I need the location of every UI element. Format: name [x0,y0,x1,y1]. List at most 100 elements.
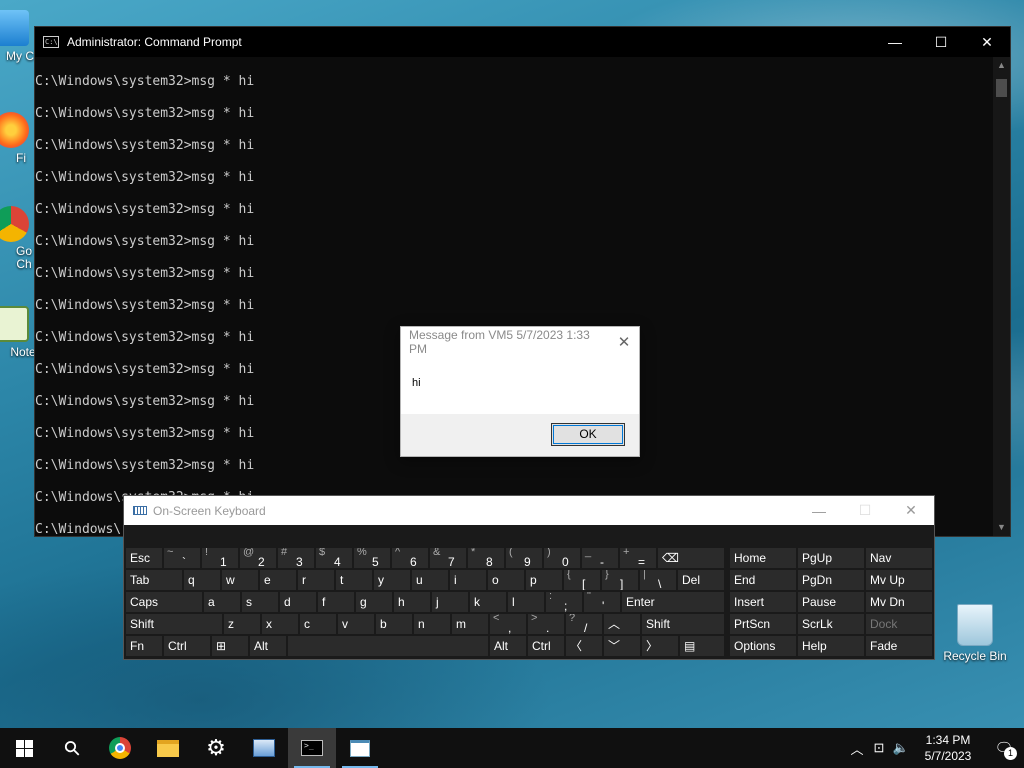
taskbar-chrome[interactable] [96,728,144,768]
osk-key-k8[interactable]: * 8 [468,548,504,568]
osk-key-k9[interactable]: (9 [506,548,542,568]
osk-key-caps[interactable]: Caps [126,592,202,612]
minimize-button[interactable]: — [872,27,918,57]
osk-key-y[interactable]: y [374,570,410,590]
dialog-title-bar[interactable]: Message from VM5 5/7/2023 1:33 PM ✕ [401,327,639,357]
osk-key-pause[interactable]: Pause [798,592,864,612]
taskbar-file-explorer[interactable] [144,728,192,768]
osk-key-minus[interactable]: _ - [582,548,618,568]
osk-key-tab[interactable]: Tab [126,570,182,590]
osk-key-insert[interactable]: Insert [730,592,796,612]
osk-key-comma[interactable]: <, [490,614,526,634]
message-dialog[interactable]: Message from VM5 5/7/2023 1:33 PM ✕ hi O… [400,326,640,457]
osk-key-z[interactable]: z [224,614,260,634]
osk-key-d[interactable]: d [280,592,316,612]
osk-key-k4[interactable]: $4 [316,548,352,568]
osk-key-c[interactable]: c [300,614,336,634]
osk-key-f[interactable]: f [318,592,354,612]
taskbar-command-prompt[interactable]: >_ [288,728,336,768]
osk-key-k3[interactable]: #3 [278,548,314,568]
osk-key-home[interactable]: Home [730,548,796,568]
tray-chevron-up-icon[interactable]: ︿ [846,739,868,758]
osk-key-options[interactable]: Options [730,636,796,656]
ok-button[interactable]: OK [551,423,625,446]
osk-key-k7[interactable]: & 7 [430,548,466,568]
start-button[interactable] [0,728,48,768]
action-center-button[interactable]: 🗨 1 [984,728,1024,768]
osk-key-s[interactable]: s [242,592,278,612]
osk-key-e[interactable]: e [260,570,296,590]
osk-key-shift-l[interactable]: Shift [126,614,222,634]
osk-key-space[interactable] [288,636,488,656]
osk-key-alt-l[interactable]: Alt [250,636,286,656]
close-button[interactable]: ✕ [964,27,1010,57]
osk-key-alt-r[interactable]: Alt [490,636,526,656]
volume-icon[interactable]: 🔈 [890,740,912,756]
osk-title-bar[interactable]: On-Screen Keyboard — ☐ ✕ [124,496,934,525]
osk-key-l[interactable]: l [508,592,544,612]
osk-key-fn[interactable]: Fn [126,636,162,656]
osk-key-pgdn[interactable]: PgDn [798,570,864,590]
cmd-scrollbar[interactable]: ▲ ▼ [993,57,1010,536]
osk-key-nav[interactable]: Nav [866,548,932,568]
osk-key-del[interactable]: Del [678,570,724,590]
osk-key-bsl[interactable]: | \ [640,570,676,590]
osk-key-prtscn[interactable]: PrtScn [730,614,796,634]
osk-key-pgup[interactable]: PgUp [798,548,864,568]
osk-key-n[interactable]: n [414,614,450,634]
command-prompt-window[interactable]: C:\ Administrator: Command Prompt — ☐ ✕ … [34,26,1011,537]
cmd-console-output[interactable]: C:\Windows\system32>msg * hi C:\Windows\s… [35,57,993,536]
osk-key-k6[interactable]: ^ 6 [392,548,428,568]
scrollbar-thumb[interactable] [996,79,1007,97]
osk-key-i[interactable]: i [450,570,486,590]
taskbar-settings[interactable]: ⚙ [192,728,240,768]
osk-key-right[interactable]: 〉 [642,636,678,656]
taskbar-notepad-app[interactable] [336,728,384,768]
scroll-down-arrow-icon[interactable]: ▼ [993,519,1010,536]
desktop-icon-recycle-bin[interactable]: Recycle Bin [940,604,1010,663]
osk-key-tilde[interactable]: ~ ` [164,548,200,568]
osk-key-bksp[interactable]: ⌫ [658,548,724,568]
osk-key-r[interactable]: r [298,570,334,590]
osk-minimize-button[interactable]: — [796,503,842,519]
osk-key-menu[interactable]: ▤ [680,636,724,656]
taskbar-network-app[interactable] [240,728,288,768]
osk-key-t[interactable]: t [336,570,372,590]
osk-key-a[interactable]: a [204,592,240,612]
network-icon[interactable]: ⊡ [868,740,890,756]
osk-key-p[interactable]: p [526,570,562,590]
osk-key-g[interactable]: g [356,592,392,612]
osk-key-k0[interactable]: ) 0 [544,548,580,568]
osk-key-end[interactable]: End [730,570,796,590]
osk-key-k1[interactable]: ! 1 [202,548,238,568]
osk-key-k2[interactable]: @2 [240,548,276,568]
search-button[interactable]: ⚲ [48,728,96,768]
osk-key-h[interactable]: h [394,592,430,612]
osk-key-down[interactable]: ﹀ [604,636,640,656]
osk-key-mvup[interactable]: Mv Up [866,570,932,590]
osk-key-win[interactable]: ⊞ [212,636,248,656]
osk-key-fade[interactable]: Fade [866,636,932,656]
osk-key-eq[interactable]: + = [620,548,656,568]
osk-key-w[interactable]: w [222,570,258,590]
osk-key-lbr[interactable]: {[ [564,570,600,590]
osk-key-rbr[interactable]: }] [602,570,638,590]
osk-key-j[interactable]: j [432,592,468,612]
osk-key-k5[interactable]: % 5 [354,548,390,568]
osk-key-up[interactable]: ︿ [604,614,640,634]
on-screen-keyboard-window[interactable]: On-Screen Keyboard — ☐ ✕ Esc ~ `! 1 @2 #3 $4% 5… [123,495,935,660]
osk-key-left[interactable]: 〈 [566,636,602,656]
maximize-button[interactable]: ☐ [918,27,964,57]
osk-close-button[interactable]: ✕ [888,502,934,519]
osk-key-quote[interactable]: " ' [584,592,620,612]
dialog-close-button[interactable]: ✕ [609,333,639,351]
osk-key-v[interactable]: v [338,614,374,634]
osk-key-m[interactable]: m [452,614,488,634]
osk-key-ctrl-l[interactable]: Ctrl [164,636,210,656]
osk-key-q[interactable]: q [184,570,220,590]
osk-key-scrlk[interactable]: ScrLk [798,614,864,634]
osk-key-dot[interactable]: >. [528,614,564,634]
osk-key-enter[interactable]: Enter [622,592,724,612]
osk-key-o[interactable]: o [488,570,524,590]
cmd-title-bar[interactable]: C:\ Administrator: Command Prompt — ☐ ✕ [35,27,1010,57]
